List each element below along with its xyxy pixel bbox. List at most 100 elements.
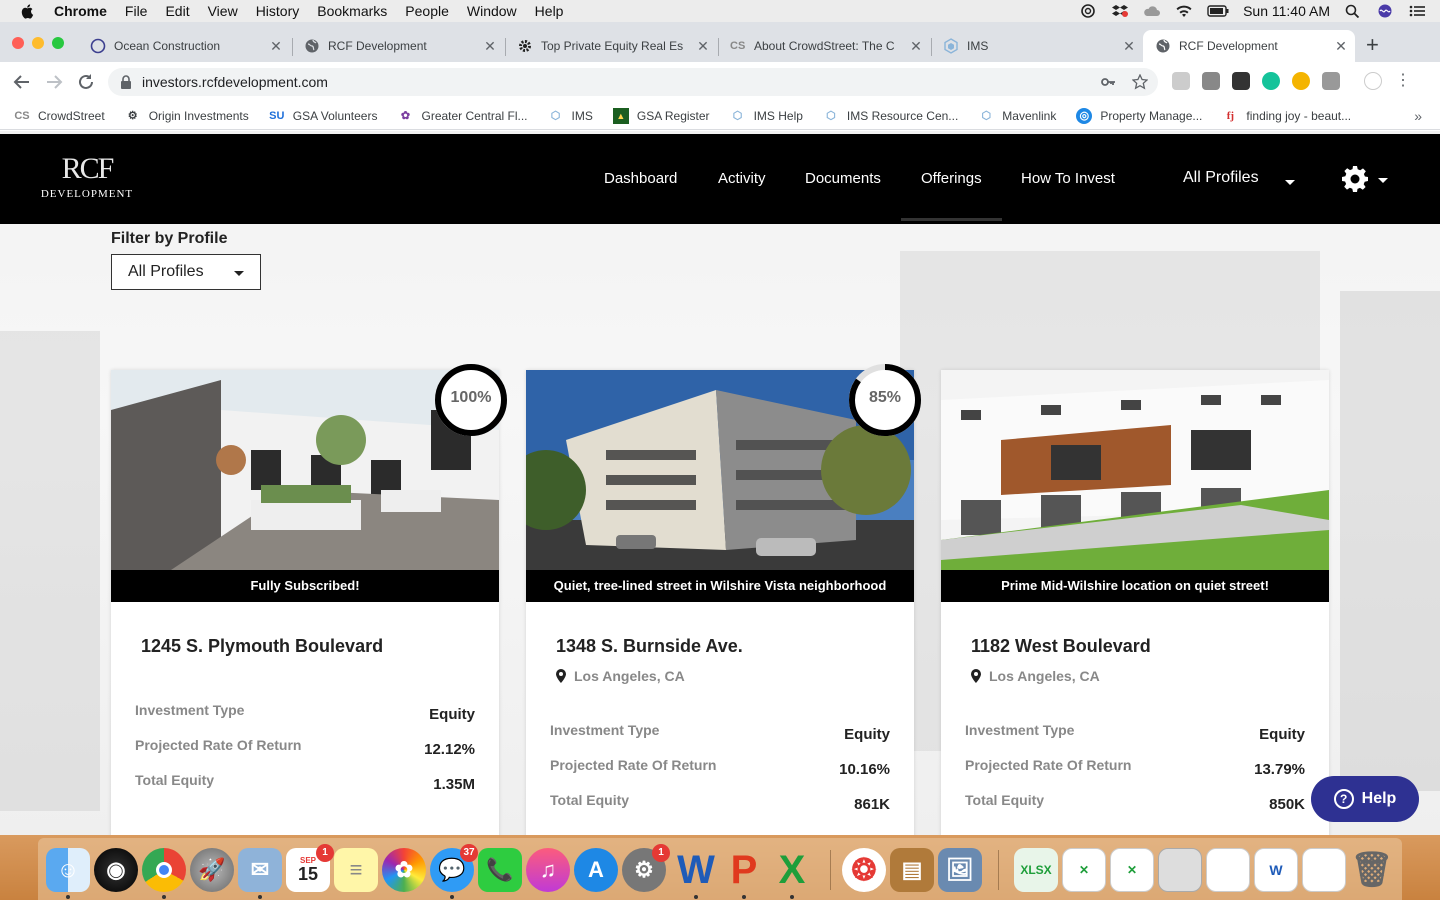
- menu-people[interactable]: People: [405, 3, 449, 19]
- tab-rcf-development[interactable]: RCF Development ✕: [292, 30, 504, 62]
- bookmark-gsa-register[interactable]: ▲ GSA Register: [612, 107, 710, 124]
- notification-center-icon[interactable]: [1408, 4, 1426, 18]
- tab-ocean-construction[interactable]: Ocean Construction ✕: [78, 30, 290, 62]
- chevron-down-icon[interactable]: [1285, 180, 1295, 185]
- bookmark-crowdstreet[interactable]: CS CrowdStreet: [14, 108, 104, 124]
- nav-how-to-invest[interactable]: How To Invest: [1021, 170, 1115, 187]
- word-file-icon[interactable]: W: [1254, 848, 1298, 892]
- bookmark-finding-joy[interactable]: fj finding joy - beaut...: [1222, 108, 1351, 124]
- extension-icon[interactable]: [1202, 72, 1220, 90]
- grammarly-icon[interactable]: [1262, 72, 1280, 90]
- menu-help[interactable]: Help: [535, 3, 564, 19]
- bookmark-ims[interactable]: ⬡ IMS: [548, 108, 593, 124]
- excel-icon[interactable]: X: [770, 848, 814, 892]
- extension-icon[interactable]: [1232, 72, 1250, 90]
- close-tab-icon[interactable]: ✕: [1333, 38, 1349, 55]
- profile-filter-select[interactable]: All Profiles: [111, 254, 261, 290]
- tab-ims[interactable]: IMS ✕: [931, 30, 1143, 62]
- mail-stamp-icon[interactable]: ✉: [238, 848, 282, 892]
- messages-icon[interactable]: 💬 37: [430, 844, 478, 892]
- offering-card[interactable]: Prime Mid-Wilshire location on quiet str…: [941, 370, 1329, 835]
- close-window-button[interactable]: [12, 37, 24, 49]
- spreadsheet-file-icon[interactable]: ✕: [1110, 848, 1154, 892]
- nav-offerings[interactable]: Offerings: [921, 170, 982, 187]
- extension-icon[interactable]: [1172, 72, 1190, 90]
- offering-title[interactable]: 1245 S. Plymouth Boulevard: [141, 636, 383, 657]
- extension-icon[interactable]: [1322, 72, 1340, 90]
- bookmark-ims-help[interactable]: ⬡ IMS Help: [730, 108, 803, 124]
- close-tab-icon[interactable]: ✕: [1121, 38, 1137, 55]
- xlsx-file-icon[interactable]: XLSX: [1014, 848, 1058, 892]
- offering-card[interactable]: Fully Subscribed! 1245 S. Plymouth Boule…: [111, 370, 499, 835]
- itunes-icon[interactable]: ♫: [526, 848, 570, 892]
- spreadsheet-file-icon[interactable]: ✕: [1062, 848, 1106, 892]
- battery-icon[interactable]: [1207, 4, 1229, 18]
- close-tab-icon[interactable]: ✕: [908, 38, 924, 55]
- notes-icon[interactable]: ≡: [334, 848, 378, 892]
- chevron-down-icon[interactable]: [1378, 178, 1388, 183]
- creative-cloud-icon[interactable]: [1079, 4, 1097, 18]
- menu-edit[interactable]: Edit: [165, 3, 189, 19]
- close-tab-icon[interactable]: ✕: [268, 38, 284, 55]
- profiles-dropdown[interactable]: All Profiles: [1183, 169, 1259, 187]
- nav-activity[interactable]: Activity: [718, 170, 766, 187]
- facetime-icon[interactable]: 📞: [478, 848, 522, 892]
- back-icon[interactable]: [12, 72, 32, 92]
- new-tab-button[interactable]: +: [1366, 32, 1379, 58]
- preview-icon[interactable]: 🖼: [938, 848, 982, 892]
- bookmark-greater-central[interactable]: ✿ Greater Central Fl...: [397, 108, 528, 124]
- word-icon[interactable]: W: [674, 848, 718, 892]
- bookmark-ims-resource[interactable]: ⬡ IMS Resource Cen...: [823, 108, 958, 124]
- finder-icon[interactable]: ☺: [46, 848, 90, 892]
- address-url[interactable]: investors.rcfdevelopment.com: [142, 74, 328, 90]
- app-store-icon[interactable]: A: [574, 848, 618, 892]
- system-preferences-icon[interactable]: ⚙ 1: [622, 844, 670, 892]
- trash-icon[interactable]: 🗑: [1350, 848, 1394, 892]
- menu-view[interactable]: View: [208, 3, 238, 19]
- more-bookmarks-icon[interactable]: »: [1414, 108, 1422, 124]
- menu-window[interactable]: Window: [467, 3, 517, 19]
- launchpad-icon[interactable]: 🚀: [190, 848, 234, 892]
- close-tab-icon[interactable]: ✕: [695, 38, 711, 55]
- bookmark-gsa-volunteers[interactable]: SU GSA Volunteers: [269, 108, 377, 124]
- dropbox-icon[interactable]: [1111, 4, 1129, 18]
- minimize-window-button[interactable]: [32, 37, 44, 49]
- forward-icon[interactable]: [44, 72, 64, 92]
- menu-app-name[interactable]: Chrome: [54, 3, 107, 19]
- address-bar[interactable]: investors.rcfdevelopment.com: [108, 68, 1158, 96]
- chrome-menu-icon[interactable]: ⋮: [1394, 72, 1412, 90]
- help-button[interactable]: ? Help: [1311, 776, 1419, 822]
- document-file-icon[interactable]: [1206, 848, 1250, 892]
- tab-about-crowdstreet[interactable]: CS About CrowdStreet: The C ✕: [718, 30, 930, 62]
- key-icon[interactable]: [1100, 74, 1116, 90]
- tab-private-equity[interactable]: Top Private Equity Real Es ✕: [505, 30, 717, 62]
- zoom-window-button[interactable]: [52, 37, 64, 49]
- nav-dashboard[interactable]: Dashboard: [604, 170, 677, 187]
- menu-bookmarks[interactable]: Bookmarks: [317, 3, 387, 19]
- calendar-icon[interactable]: SEP 15 1: [286, 844, 334, 892]
- siri-icon[interactable]: [1376, 4, 1394, 18]
- bookmark-star-icon[interactable]: [1132, 74, 1148, 90]
- lastpass-icon[interactable]: ❂: [842, 848, 886, 892]
- offering-title[interactable]: 1182 West Boulevard: [971, 636, 1151, 657]
- close-tab-icon[interactable]: ✕: [482, 38, 498, 55]
- photos-icon[interactable]: ✿: [382, 848, 426, 892]
- spotlight-search-icon[interactable]: [1344, 4, 1362, 18]
- wifi-icon[interactable]: [1175, 4, 1193, 18]
- screenshot-file-icon[interactable]: [1158, 848, 1202, 892]
- document-file-icon[interactable]: [1302, 848, 1346, 892]
- offering-card[interactable]: Quiet, tree-lined street in Wilshire Vis…: [526, 370, 914, 835]
- extension-icon[interactable]: [1292, 72, 1310, 90]
- profile-avatar[interactable]: [1364, 72, 1382, 90]
- bookmark-mavenlink[interactable]: ⬡ Mavenlink: [978, 108, 1056, 124]
- reload-icon[interactable]: [76, 72, 96, 92]
- menu-history[interactable]: History: [256, 3, 300, 19]
- rcf-logo[interactable]: RCF DEVELOPMENT: [40, 152, 134, 210]
- settings-gear-icon[interactable]: [1340, 164, 1370, 194]
- menu-file[interactable]: File: [125, 3, 148, 19]
- apple-icon[interactable]: [20, 3, 36, 19]
- powerpoint-icon[interactable]: P: [722, 848, 766, 892]
- menubar-clock[interactable]: Sun 11:40 AM: [1243, 3, 1330, 19]
- tab-rcf-development-active[interactable]: RCF Development ✕: [1143, 30, 1355, 62]
- offering-title[interactable]: 1348 S. Burnside Ave.: [556, 636, 743, 657]
